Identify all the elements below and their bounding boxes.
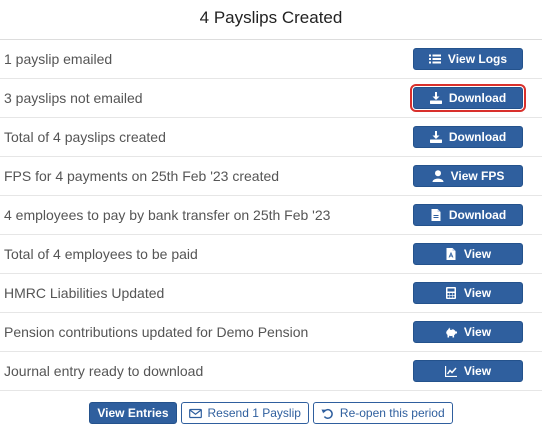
summary-list: 1 payslip emailed View Logs 3 payslips n… [0,40,542,391]
calculator-icon [445,287,457,299]
row-label: Total of 4 payslips created [4,129,166,145]
page-title: 4 Payslips Created [199,8,343,27]
button-label: View [463,325,492,339]
piggy-bank-icon [445,326,457,338]
download-unemailed-payslips-button[interactable]: Download [410,84,526,112]
list-item: 1 payslip emailed View Logs [0,40,542,79]
resend-payslip-button[interactable]: Resend 1 Payslip [180,402,309,424]
button-label: View [463,247,492,261]
row-label: Total of 4 employees to be paid [4,246,198,262]
footer-actions: View Entries Resend 1 Payslip Re-open th… [0,402,542,424]
download-bank-file-button[interactable]: Download [413,204,523,226]
view-fps-button[interactable]: View FPS [413,165,523,187]
button-label: View Logs [447,52,508,66]
download-icon [429,131,442,143]
list-item: Total of 4 employees to be paid View [0,235,542,274]
list-item: 4 employees to pay by bank transfer on 2… [0,196,542,235]
row-label: Pension contributions updated for Demo P… [4,324,309,340]
list-item: Pension contributions updated for Demo P… [0,313,542,352]
view-employees-report-button[interactable]: View [413,243,523,265]
list-item: Total of 4 payslips created Download [0,118,542,157]
button-label: Re-open this period [339,406,445,420]
pdf-file-icon [445,248,457,260]
list-icon [428,53,441,65]
row-label: 4 employees to pay by bank transfer on 2… [4,207,331,223]
view-entries-button[interactable]: View Entries [89,402,177,424]
user-icon [432,170,444,182]
envelope-icon [188,407,202,420]
button-label: View FPS [450,169,505,183]
row-label: 1 payslip emailed [4,51,113,67]
button-label: Download [448,91,507,105]
button-label: View [463,286,492,300]
button-label: Resend 1 Payslip [207,406,301,420]
button-label: Download [448,208,507,222]
view-journal-entry-button[interactable]: View [413,360,523,382]
view-hmrc-liabilities-button[interactable]: View [413,282,523,304]
reopen-period-button[interactable]: Re-open this period [312,402,453,424]
file-icon [430,209,442,221]
list-item: HMRC Liabilities Updated View [0,274,542,313]
view-pension-contributions-button[interactable]: View [413,321,523,343]
list-item: 3 payslips not emailed Download [0,79,542,118]
download-icon [429,92,442,104]
chart-icon [444,365,457,377]
view-logs-button[interactable]: View Logs [413,48,523,70]
row-label: HMRC Liabilities Updated [4,285,165,301]
download-all-payslips-button[interactable]: Download [413,126,523,148]
button-label: View [463,364,492,378]
row-label: 3 payslips not emailed [4,90,143,106]
undo-icon [321,407,334,420]
row-label: Journal entry ready to download [4,363,204,379]
list-item: Journal entry ready to download View [0,352,542,391]
list-item: FPS for 4 payments on 25th Feb '23 creat… [0,157,542,196]
button-label: View Entries [97,406,169,420]
button-label: Download [448,130,507,144]
row-label: FPS for 4 payments on 25th Feb '23 creat… [4,168,280,184]
